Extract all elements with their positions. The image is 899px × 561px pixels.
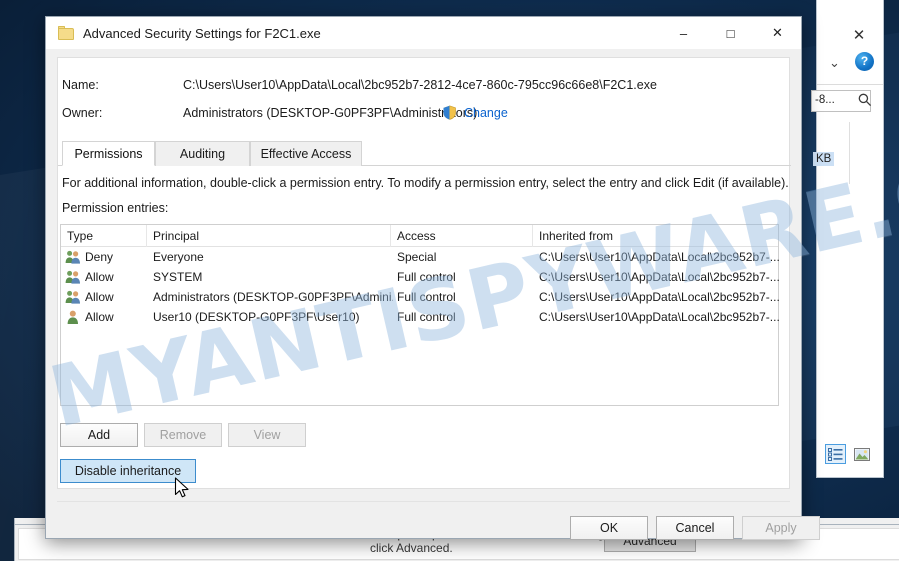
list-header-row[interactable]: Type Principal Access Inherited from (61, 225, 778, 247)
column-header-inherited-from[interactable]: Inherited from (533, 225, 779, 247)
folder-icon (58, 26, 74, 40)
background-vertical-rule (849, 122, 850, 184)
table-row[interactable]: Deny Everyone Special C:\Users\User10\Ap… (61, 247, 780, 267)
cell-principal: Everyone (153, 250, 204, 264)
tab-auditing[interactable]: Auditing (155, 141, 250, 166)
owner-label: Owner: (62, 106, 103, 120)
ok-button[interactable]: OK (570, 516, 648, 540)
minimize-button[interactable]: – (660, 17, 707, 49)
change-owner-link[interactable]: Change (464, 106, 508, 120)
background-explorer-titlebar (817, 0, 883, 46)
user-icon (67, 310, 78, 324)
group-icon (65, 250, 80, 264)
cell-type: Allow (85, 270, 114, 284)
desktop-background: ✕ ⌄ ? -8... KB click Advanced. Advanced … (0, 0, 899, 561)
cell-access: Special (397, 250, 437, 264)
advanced-security-settings-dialog[interactable]: Advanced Security Settings for F2C1.exe … (45, 16, 820, 540)
background-divider (817, 84, 883, 85)
close-button[interactable]: ✕ (754, 17, 801, 49)
cell-access: Full control (397, 270, 456, 284)
cell-principal: SYSTEM (153, 270, 203, 284)
permission-entries-list[interactable]: Type Principal Access Inherited from Den… (60, 224, 780, 406)
dialog-title: Advanced Security Settings for F2C1.exe (83, 25, 321, 41)
info-text: For additional information, double-click… (62, 176, 789, 190)
table-row[interactable]: Allow Administrators (DESKTOP-G0PF3PF\Ad… (61, 287, 780, 307)
view-mode-buttons[interactable] (825, 444, 872, 464)
cell-principal: Administrators (DESKTOP-G0PF3PF\Admini..… (153, 290, 393, 304)
details-view-icon[interactable] (825, 444, 846, 464)
view-button: View (228, 423, 306, 447)
cell-inherited-from: C:\Users\User10\AppData\Local\2bc952b7-.… (539, 290, 780, 304)
cell-access: Full control (397, 290, 456, 304)
column-header-principal[interactable]: Principal (147, 225, 391, 247)
cell-type: Allow (85, 290, 114, 304)
background-close-icon[interactable]: ✕ (851, 28, 867, 44)
cell-type: Allow (85, 310, 114, 324)
remove-button: Remove (144, 423, 222, 447)
disable-inheritance-button[interactable]: Disable inheritance (60, 459, 196, 483)
name-value: C:\Users\User10\AppData\Local\2bc952b7-2… (183, 78, 657, 92)
tab-permissions[interactable]: Permissions (62, 141, 155, 166)
table-row[interactable]: Allow User10 (DESKTOP-G0PF3PF\User10) Fu… (61, 307, 780, 327)
owner-value: Administrators (DESKTOP-G0PF3PF\Administ… (183, 106, 478, 120)
dialog-content-panel: Name: C:\Users\User10\AppData\Local\2bc9… (57, 57, 791, 489)
cell-inherited-from: C:\Users\User10\AppData\Local\2bc952b7-.… (539, 310, 780, 324)
background-file-size: KB (813, 152, 835, 166)
window-controls[interactable]: – □ ✕ (660, 17, 801, 49)
add-button[interactable]: Add (60, 423, 138, 447)
dialog-body: Name: C:\Users\User10\AppData\Local\2bc9… (46, 49, 820, 540)
chevron-down-icon[interactable]: ⌄ (829, 55, 840, 71)
tab-effective-access[interactable]: Effective Access (250, 141, 362, 166)
background-explorer-window[interactable]: ✕ ⌄ ? -8... KB (811, 0, 884, 478)
cell-inherited-from: C:\Users\User10\AppData\Local\2bc952b7-.… (539, 250, 780, 264)
shield-icon (443, 105, 456, 120)
cancel-button[interactable]: Cancel (656, 516, 734, 540)
cell-inherited-from: C:\Users\User10\AppData\Local\2bc952b7-.… (539, 270, 780, 284)
maximize-button[interactable]: □ (707, 17, 754, 49)
apply-button: Apply (742, 516, 820, 540)
tab-strip[interactable]: Permissions Auditing Effective Access (58, 141, 791, 166)
group-icon (65, 290, 80, 304)
cell-access: Full control (397, 310, 456, 324)
cell-type: Deny (85, 250, 114, 264)
footer-separator (57, 501, 790, 502)
group-icon (65, 270, 80, 284)
column-header-access[interactable]: Access (391, 225, 533, 247)
table-row[interactable]: Allow SYSTEM Full control C:\Users\User1… (61, 267, 780, 287)
name-label: Name: (62, 78, 99, 92)
search-icon[interactable] (857, 92, 873, 108)
dialog-titlebar[interactable]: Advanced Security Settings for F2C1.exe … (46, 17, 801, 49)
cell-principal: User10 (DESKTOP-G0PF3PF\User10) (153, 310, 360, 324)
column-header-type[interactable]: Type (61, 225, 147, 247)
help-icon[interactable]: ? (855, 52, 874, 71)
permission-entries-label: Permission entries: (62, 201, 169, 215)
large-icons-view-icon[interactable] (851, 444, 872, 464)
